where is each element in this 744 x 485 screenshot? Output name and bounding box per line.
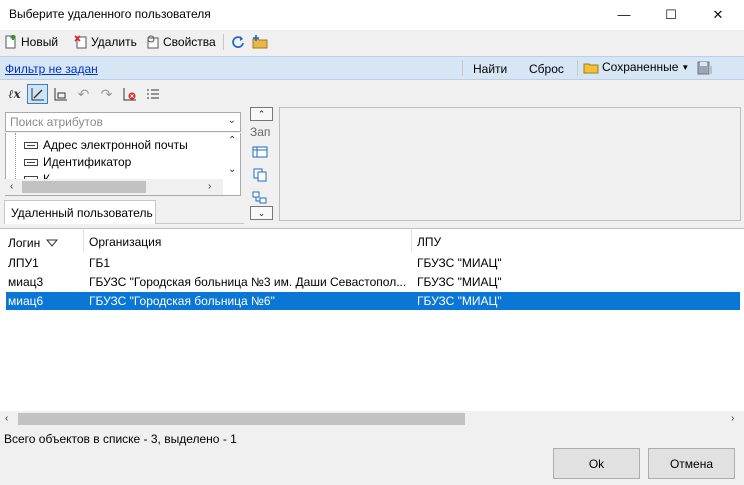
side-label: Зап [250,125,271,139]
attribute-item[interactable]: Адрес электронной почты [24,137,188,153]
cell-organization: ГБУЗС "Городская больница №6" [89,294,275,308]
field-icon [24,158,38,166]
column-header-lpu[interactable]: ЛПУ [417,235,441,255]
column-header-login[interactable]: Логин [8,233,59,253]
delete-icon [74,35,88,49]
cell-lpu: ГБУЗС "МИАЦ" [417,275,502,289]
tab-remote-user[interactable]: Удаленный пользователь [4,200,156,224]
scroll-up-icon[interactable]: ⌃ [228,135,236,146]
chevron-down-icon[interactable]: ⌄ [228,115,236,126]
attribute-toolbar: ℓx ↶ ↷ [4,84,163,104]
add-condition-icon[interactable] [252,145,268,159]
scroll-left-icon[interactable]: ‹ [10,181,13,192]
condition-buttons: ⌃ Зап ⌄ [248,107,275,221]
cell-organization: ГБУЗС "Городская больница №3 им. Даши Се… [89,275,407,289]
collapse-up-icon[interactable]: ⌃ [250,107,273,121]
cell-login: миац3 [8,275,44,289]
search-placeholder: Поиск атрибутов [10,115,103,129]
refresh-icon [231,35,245,49]
table-row-selected[interactable]: миац6 ГБУЗС "Городская больница №6" ГБУЗ… [6,292,740,310]
group-condition-icon[interactable] [252,191,268,205]
column-header-label: Логин [8,236,41,250]
status-text: Всего объектов в списке - 3, выделено - … [4,432,237,446]
expression-icon[interactable]: ℓx [4,84,25,104]
minimize-button[interactable]: — [601,0,647,29]
field-icon [24,141,38,149]
toolbar-separator [223,34,224,50]
cell-lpu: ГБУЗС "МИАЦ" [417,256,502,270]
attribute-item-label: Идентификатор [43,155,132,169]
cell-lpu: ГБУЗС "МИАЦ" [417,294,502,308]
attribute-item-label: Адрес электронной почты [43,138,188,152]
new-button-label: Новый [21,35,59,49]
ok-button[interactable]: Ok [553,448,640,479]
refresh-button[interactable] [231,33,245,51]
close-button[interactable]: ✕ [695,0,741,29]
saved-folder-icon [583,60,599,74]
new-button[interactable]: Новый [4,33,58,51]
column-header-organization[interactable]: Организация [89,235,161,255]
table-row[interactable]: ЛПУ1 ГБ1 ГБУЗС "МИАЦ" [6,254,740,272]
properties-button[interactable]: Свойства [146,33,216,51]
cell-login: миац6 [8,294,44,308]
cell-organization: ГБ1 [89,256,111,270]
list-icon[interactable] [142,84,163,104]
attribute-search-input[interactable]: Поиск атрибутов ⌄ [5,112,241,132]
tree-line [15,133,16,181]
reset-button[interactable]: Сброс [529,62,564,76]
scroll-left-icon[interactable]: ‹ [5,413,8,424]
edit-condition-icon[interactable] [27,84,48,104]
redo-icon[interactable]: ↷ [96,84,117,104]
tab-divider [156,223,244,224]
filter-bar: Фильтр не задан Найти Сброс Сохраненные … [0,56,744,80]
scroll-down-icon[interactable]: ⌄ [228,164,236,175]
folder-icon [252,35,268,49]
saved-filters-dropdown[interactable]: Сохраненные ▼ [583,60,689,74]
properties-button-label: Свойства [163,35,216,49]
maximize-button[interactable]: ☐ [648,0,694,29]
scroll-right-icon[interactable]: › [208,181,211,192]
title-bar: Выберите удаленного пользователя — ☐ ✕ [0,0,744,30]
cancel-button[interactable]: Отмена [648,448,735,479]
folder-button[interactable] [252,33,268,51]
filter-separator [462,60,463,76]
window-title: Выберите удаленного пользователя [9,7,211,21]
copy-condition-icon[interactable] [252,168,268,182]
undo-icon[interactable]: ↶ [73,84,94,104]
save-filter-icon[interactable] [697,61,713,75]
delete-button[interactable]: Удалить [74,33,137,51]
collapse-down-icon[interactable]: ⌄ [250,206,273,220]
attribute-item[interactable]: Идентификатор [24,154,131,170]
column-separator [411,230,412,252]
properties-icon [146,35,160,49]
new-document-icon [4,35,18,49]
filter-link[interactable]: Фильтр не задан [5,62,98,76]
toolbar: Новый Удалить Свойства [0,30,744,80]
scrollbar-thumb[interactable] [18,413,465,425]
find-button[interactable]: Найти [473,62,507,76]
delete-button-label: Удалить [91,35,137,49]
table-row[interactable]: миац3 ГБУЗС "Городская больница №3 им. Д… [6,273,740,291]
saved-filters-label: Сохраненные [602,60,679,74]
scroll-right-icon[interactable]: › [731,413,734,424]
filter-separator [577,60,578,76]
cell-login: ЛПУ1 [8,256,39,270]
scrollbar-thumb[interactable] [22,181,146,193]
column-separator [83,230,84,252]
clear-condition-icon[interactable] [119,84,140,104]
condition-editor-area[interactable] [279,107,741,221]
sort-descending-icon [46,239,59,247]
grid-condition-icon[interactable] [50,84,71,104]
chevron-down-icon: ▼ [681,62,690,72]
